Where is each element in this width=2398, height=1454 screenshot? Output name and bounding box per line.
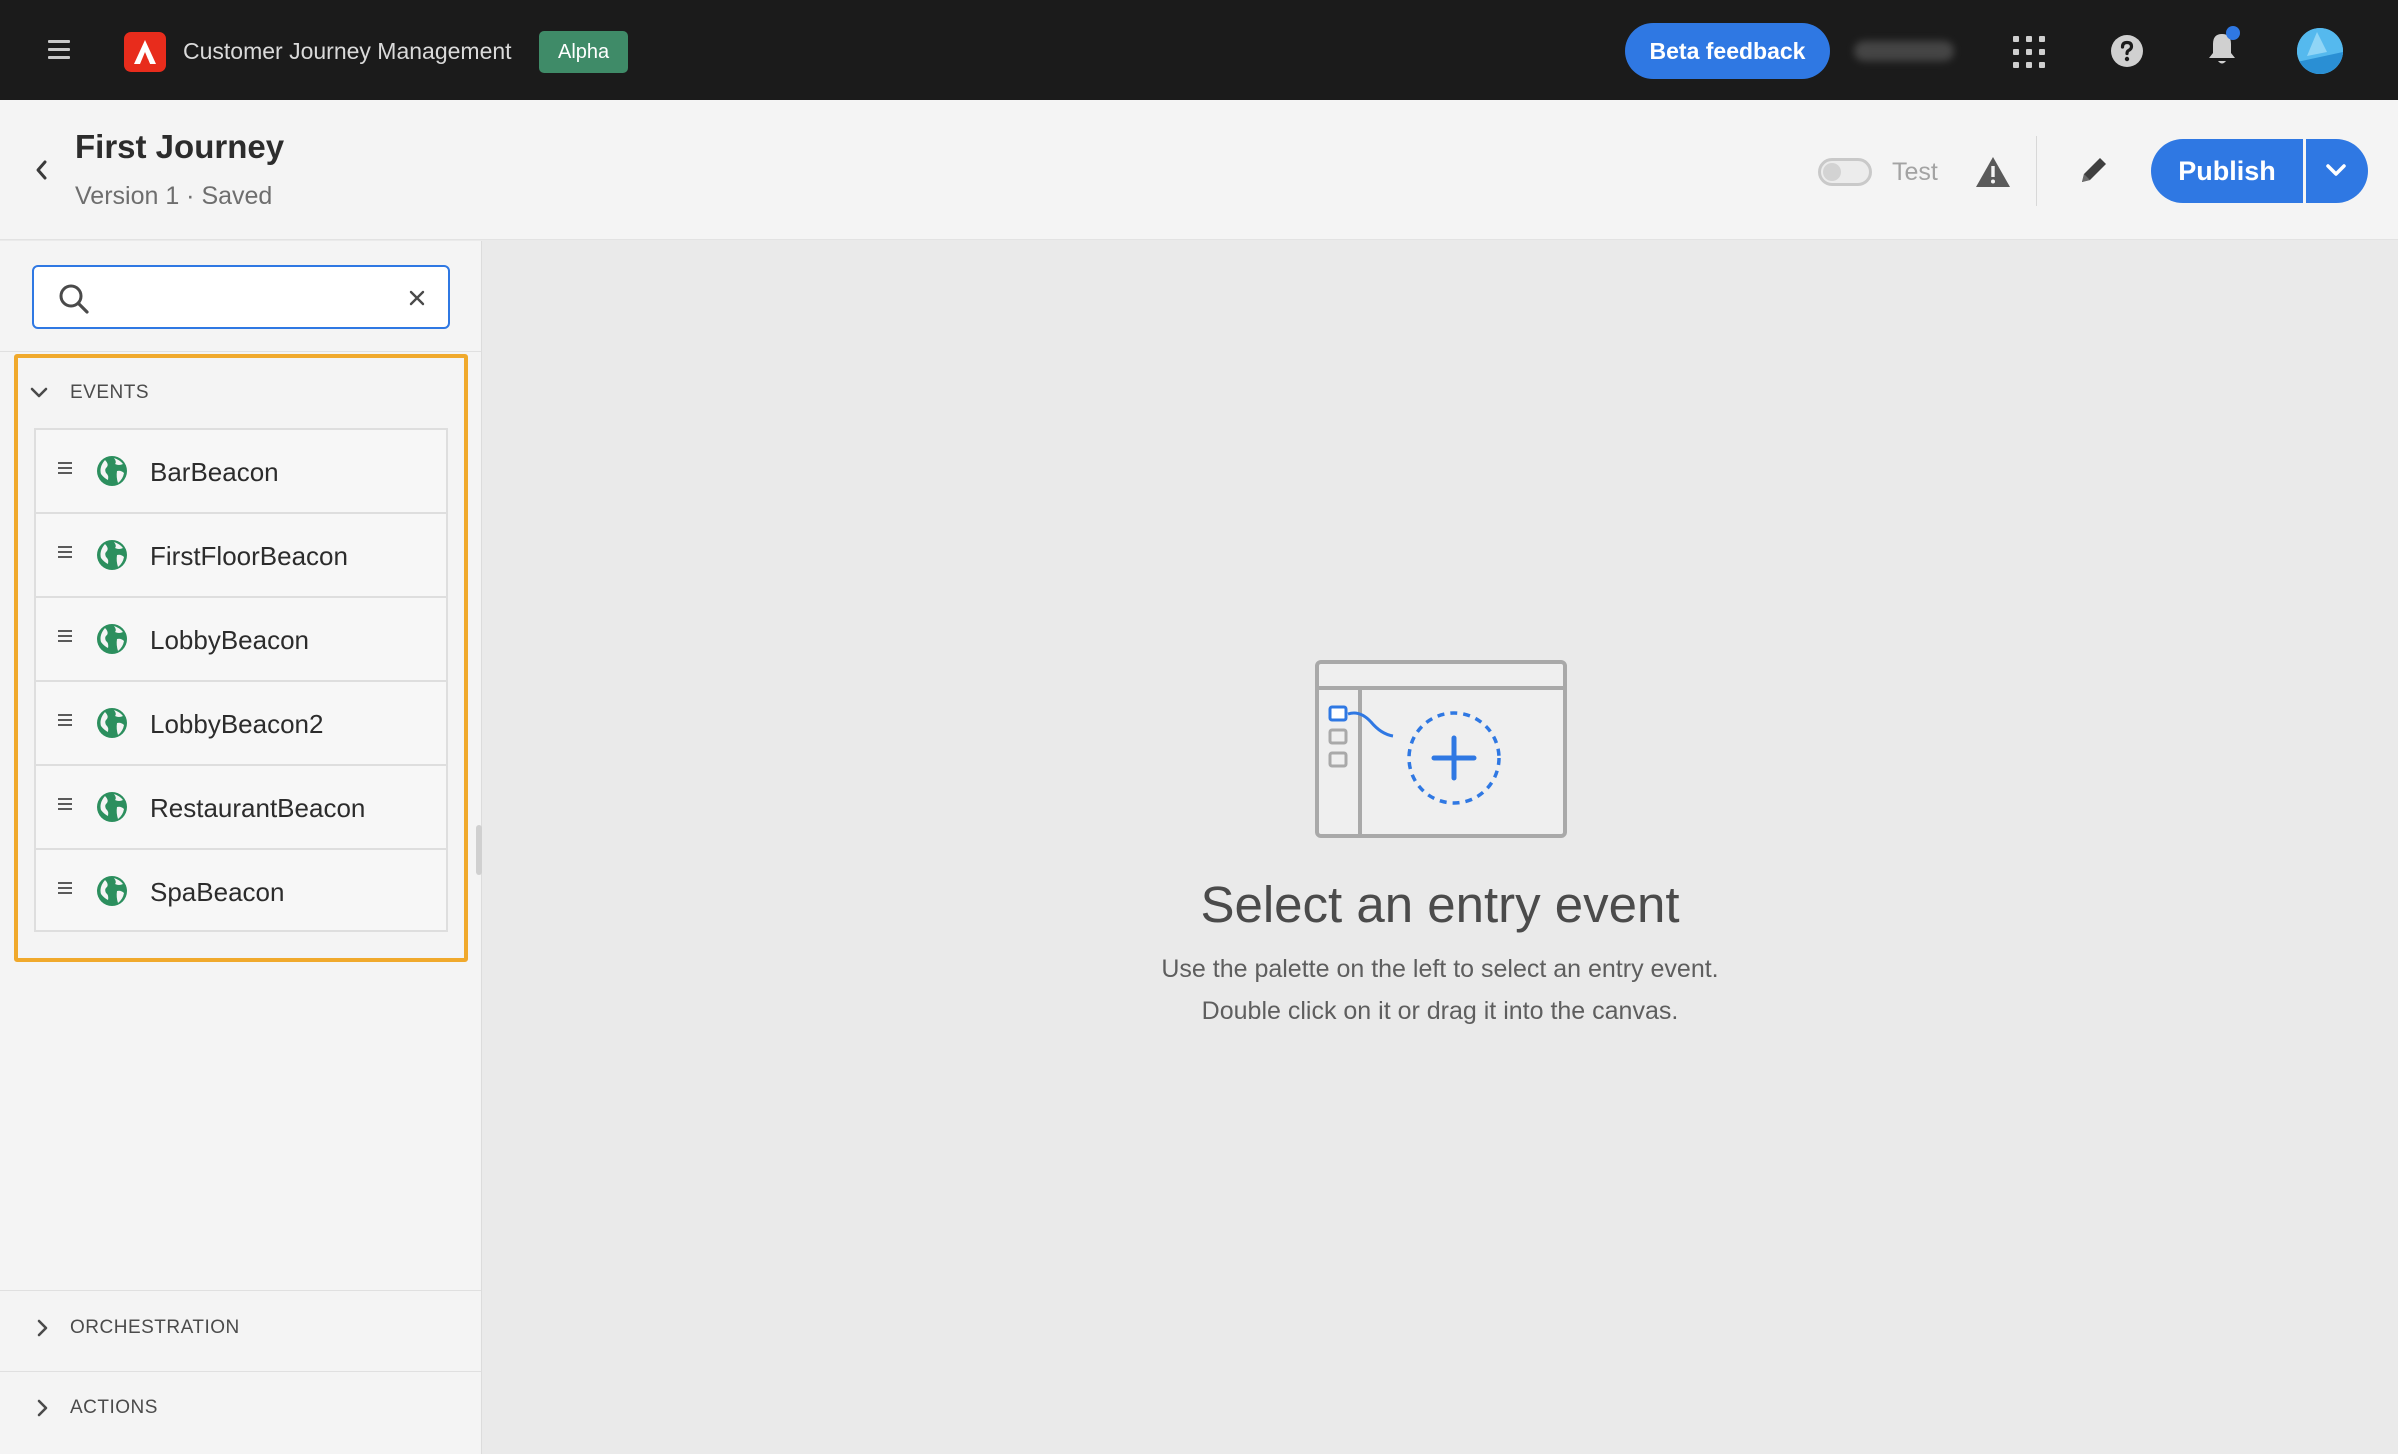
edit-pencil-icon[interactable] [2076,152,2112,188]
help-icon[interactable] [2110,34,2144,68]
event-label: LobbyBeacon2 [150,709,324,739]
palette-search-box[interactable] [32,265,450,329]
event-item[interactable]: SpaBeacon [36,850,446,934]
event-label: SpaBeacon [150,877,285,907]
apps-grid-icon[interactable] [2013,36,2045,68]
actions-section-label: ACTIONS [70,1397,158,1418]
journey-title[interactable]: First Journey [75,128,284,166]
left-palette: EVENTS BarBeacon FirstFloorBeacon LobbyB… [0,241,482,1454]
events-section-label: EVENTS [70,382,150,403]
event-item[interactable]: LobbyBeacon [36,598,446,682]
globe-icon [97,540,127,570]
divider [0,351,481,352]
globe-icon [97,456,127,486]
events-section-toggle[interactable]: EVENTS [28,374,428,414]
header-divider [2036,136,2037,206]
event-label: LobbyBeacon [150,625,310,655]
alpha-badge: Alpha [539,31,629,73]
publish-button[interactable]: Publish [2151,139,2303,203]
event-label: BarBeacon [150,457,279,487]
beta-feedback-button[interactable]: Beta feedback [1625,23,1830,79]
drag-handle-icon[interactable] [58,882,72,896]
actions-section-toggle[interactable]: ACTIONS [28,1389,428,1429]
orchestration-section-label: ORCHESTRATION [70,1317,240,1338]
event-label: FirstFloorBeacon [150,541,348,571]
chevron-right-icon [37,1399,48,1417]
hamburger-menu-icon[interactable] [46,38,74,62]
event-item[interactable]: BarBeacon [36,430,446,514]
clear-icon[interactable] [406,287,428,309]
adobe-logo-icon[interactable] [124,32,166,72]
events-list: BarBeacon FirstFloorBeacon LobbyBeacon L… [34,428,448,932]
back-chevron-icon[interactable] [30,156,52,184]
app-title[interactable]: Customer Journey Management [183,38,512,65]
event-item[interactable]: FirstFloorBeacon [36,514,446,598]
palette-search-input[interactable] [106,279,406,317]
test-label: Test [1892,158,1938,186]
empty-canvas-illustration-icon [1315,660,1567,838]
org-switcher[interactable] [1854,41,1954,61]
notification-dot [2226,26,2240,40]
warning-icon[interactable] [1974,154,2012,190]
empty-state-hint: Use the palette on the left to select an… [1161,955,1719,983]
chevron-down-icon [30,387,48,398]
divider [0,1371,481,1372]
publish-options-dropdown[interactable] [2306,139,2368,203]
test-mode-toggle[interactable] [1818,158,1872,186]
drag-handle-icon[interactable] [58,714,72,728]
journey-canvas[interactable]: Select an entry event Use the palette on… [482,241,2398,1454]
globe-icon [97,708,127,738]
empty-state-title: Select an entry event [1200,876,1680,933]
drag-handle-icon[interactable] [58,462,72,476]
chevron-down-icon [2326,164,2346,176]
drag-handle-icon[interactable] [58,546,72,560]
globe-icon [97,624,127,654]
empty-state-hint: Double click on it or drag it into the c… [1201,997,1679,1025]
orchestration-section-toggle[interactable]: ORCHESTRATION [28,1309,428,1349]
event-label: RestaurantBeacon [150,793,366,823]
event-item[interactable]: RestaurantBeacon [36,766,446,850]
chevron-right-icon [37,1319,48,1337]
top-bar: Customer Journey Management Alpha Beta f… [0,0,2398,100]
journey-version-status: Version 1 · Saved [75,182,273,210]
drag-handle-icon[interactable] [58,630,72,644]
globe-icon [97,792,127,822]
journey-header: First Journey Version 1 · Saved Test Pub… [0,100,2398,240]
user-avatar[interactable] [2297,28,2343,74]
event-item[interactable]: LobbyBeacon2 [36,682,446,766]
drag-handle-icon[interactable] [58,798,72,812]
globe-icon [97,876,127,906]
search-icon [59,284,89,314]
divider [0,1290,481,1291]
